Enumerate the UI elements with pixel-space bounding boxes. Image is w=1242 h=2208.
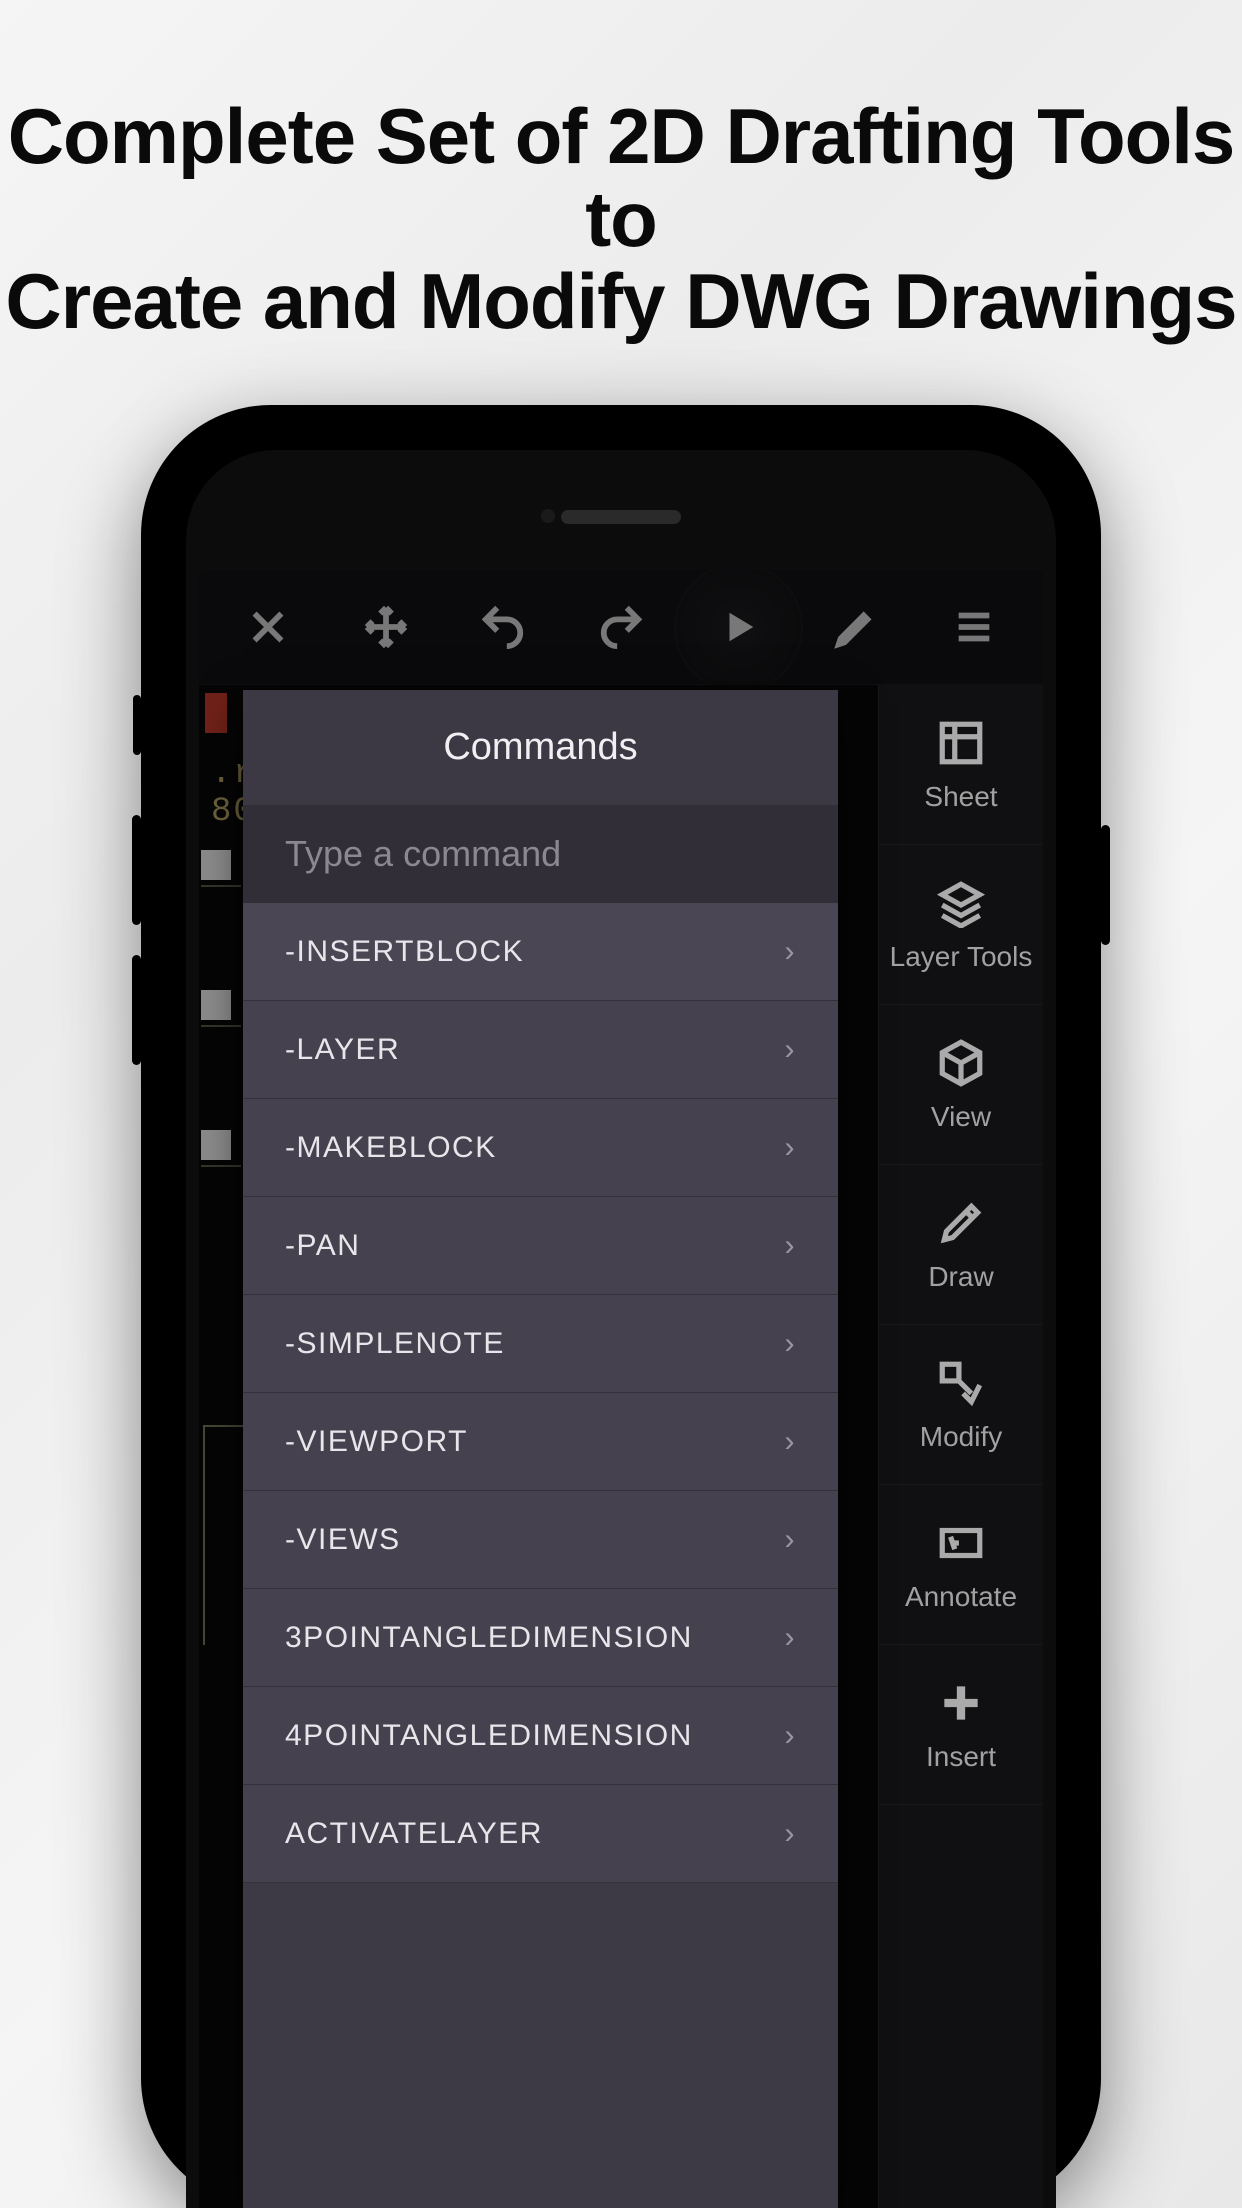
palette-annotate[interactable]: Annotate (879, 1485, 1043, 1645)
chevron-right-icon: › (785, 1425, 797, 1459)
chevron-right-icon: › (785, 1327, 797, 1361)
palette-modify[interactable]: Modify (879, 1325, 1043, 1485)
palette-label: View (931, 1101, 991, 1133)
chevron-right-icon: › (785, 1229, 797, 1263)
command-label: -VIEWPORT (285, 1425, 468, 1459)
cube-icon (935, 1037, 987, 1089)
move-button[interactable] (327, 570, 445, 684)
command-item[interactable]: -VIEWS › (243, 1491, 838, 1589)
canvas-node (201, 990, 231, 1020)
device-volume-down (132, 955, 141, 1065)
palette-label: Insert (926, 1741, 996, 1773)
command-input-row[interactable] (243, 805, 838, 903)
draw-icon (935, 1197, 987, 1249)
command-item[interactable]: -SIMPLENOTE › (243, 1295, 838, 1393)
device-power-button (1101, 825, 1110, 945)
play-icon (720, 604, 758, 650)
undo-icon (480, 604, 526, 650)
canvas-node (201, 1130, 231, 1160)
layers-icon (935, 877, 987, 929)
plus-icon (935, 1677, 987, 1729)
hero-title: Complete Set of 2D Drafting Tools to Cre… (0, 95, 1242, 343)
pencil-button[interactable] (798, 570, 916, 684)
device-frame: .re 80 Sheet Layer Tools View (141, 405, 1101, 2208)
move-icon (363, 604, 409, 650)
app-screen: .re 80 Sheet Layer Tools View (199, 570, 1043, 2208)
canvas-line (201, 885, 241, 887)
hero-line1: Complete Set of 2D Drafting Tools to (8, 92, 1235, 263)
command-item[interactable]: -PAN › (243, 1197, 838, 1295)
palette-layer-tools[interactable]: Layer Tools (879, 845, 1043, 1005)
command-item[interactable]: -LAYER › (243, 1001, 838, 1099)
command-label: -SIMPLENOTE (285, 1327, 505, 1361)
command-item[interactable]: -MAKEBLOCK › (243, 1099, 838, 1197)
chevron-right-icon: › (785, 1621, 797, 1655)
commands-list: -INSERTBLOCK› -LAYER› -MAKEBLOCK› -PAN› … (243, 903, 838, 2208)
canvas-red-marker (205, 693, 227, 733)
command-item[interactable]: ACTIVATELAYER › (243, 1785, 838, 1883)
palette-label: Sheet (924, 781, 997, 813)
hero-block: Complete Set of 2D Drafting Tools to Cre… (0, 0, 1242, 457)
command-label: -PAN (285, 1229, 360, 1263)
palette-view[interactable]: View (879, 1005, 1043, 1165)
redo-button[interactable] (562, 570, 680, 684)
undo-button[interactable] (444, 570, 562, 684)
command-label: 4POINTANGLEDIMENSION (285, 1719, 693, 1753)
commands-panel: Commands -INSERTBLOCK › -LAYER › -MAKEBLOC… (243, 690, 838, 2208)
command-item[interactable]: -VIEWPORT › (243, 1393, 838, 1491)
commands-title: Commands (243, 690, 838, 805)
tool-palette: Sheet Layer Tools View Draw Modify Annot… (878, 685, 1043, 2208)
command-label: -LAYER (285, 1033, 400, 1067)
close-icon (245, 604, 291, 650)
pencil-icon (833, 604, 879, 650)
command-label: -INSERTBLOCK (285, 935, 524, 969)
palette-label: Draw (928, 1261, 993, 1293)
close-button[interactable] (209, 570, 327, 684)
device-camera-dot (541, 509, 555, 523)
command-label: ACTIVATELAYER (285, 1817, 543, 1851)
palette-sheet[interactable]: Sheet (879, 685, 1043, 845)
redo-icon (598, 604, 644, 650)
canvas-line (201, 1165, 241, 1167)
chevron-right-icon: › (785, 935, 797, 969)
chevron-right-icon: › (785, 1523, 797, 1557)
modify-icon (935, 1357, 987, 1409)
palette-label: Modify (920, 1421, 1002, 1453)
annotate-icon (935, 1517, 987, 1569)
menu-button[interactable] (915, 570, 1033, 684)
hero-line2: Create and Modify DWG Drawings (5, 257, 1236, 345)
command-item[interactable]: 3POINTANGLEDIMENSION › (243, 1589, 838, 1687)
chevron-right-icon: › (785, 1719, 797, 1753)
chevron-right-icon: › (785, 1817, 797, 1851)
device-mute-switch (133, 695, 141, 755)
palette-label: Annotate (905, 1581, 1017, 1613)
command-input[interactable] (285, 833, 796, 875)
palette-insert[interactable]: Insert (879, 1645, 1043, 1805)
command-label: -VIEWS (285, 1523, 401, 1557)
play-button[interactable] (680, 570, 798, 684)
command-item[interactable]: 4POINTANGLEDIMENSION › (243, 1687, 838, 1785)
device-speaker (561, 510, 681, 524)
palette-draw[interactable]: Draw (879, 1165, 1043, 1325)
canvas-line (201, 1025, 241, 1027)
command-label: 3POINTANGLEDIMENSION (285, 1621, 693, 1655)
command-label: -MAKEBLOCK (285, 1131, 497, 1165)
top-toolbar (199, 570, 1043, 685)
device-volume-up (132, 815, 141, 925)
chevron-right-icon: › (785, 1131, 797, 1165)
palette-label: Layer Tools (890, 941, 1033, 973)
chevron-right-icon: › (785, 1033, 797, 1067)
hamburger-icon (951, 604, 997, 650)
canvas-node (201, 850, 231, 880)
command-item[interactable]: -INSERTBLOCK › (243, 903, 838, 1001)
sheet-icon (935, 717, 987, 769)
